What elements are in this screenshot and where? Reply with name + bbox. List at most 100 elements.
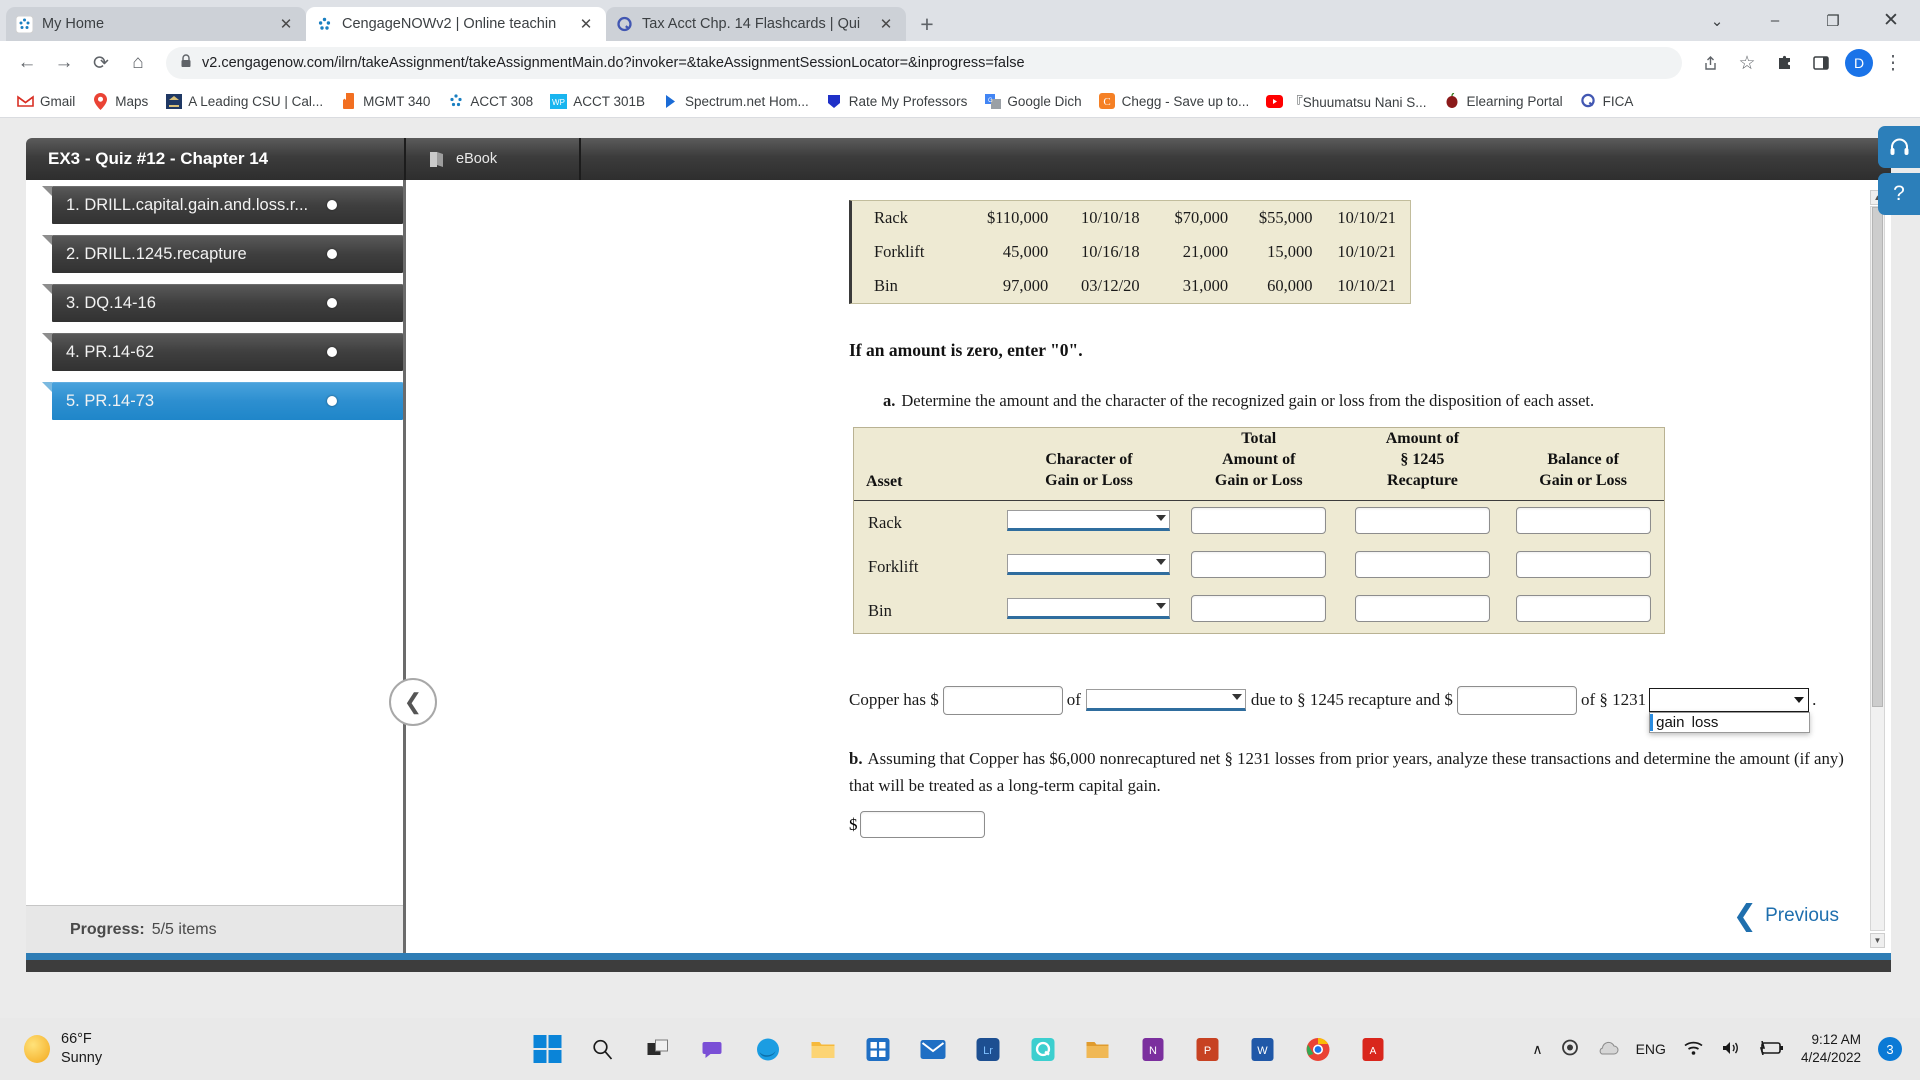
scroll-down-arrow[interactable]: ▼ — [1870, 933, 1885, 948]
recapture-input-bin[interactable] — [1354, 594, 1490, 622]
bookmark-csu[interactable]: A Leading CSU | Cal... — [158, 90, 330, 113]
character-select-forklift[interactable] — [1007, 553, 1171, 575]
sidebar-item-3[interactable]: 3. DQ.14-16 — [42, 284, 403, 322]
sidebar-item-1[interactable]: 1. DRILL.capital.gain.and.loss.r... — [42, 186, 403, 224]
creative-cloud-icon[interactable] — [1560, 1039, 1580, 1059]
onenote-icon[interactable]: N — [1137, 1033, 1169, 1065]
sidepanel-icon[interactable] — [1804, 46, 1838, 80]
content-scrollbar[interactable] — [1870, 206, 1885, 931]
header-character-line1 — [1003, 428, 1175, 449]
volume-icon[interactable] — [1721, 1040, 1742, 1059]
balance-input-rack[interactable] — [1515, 506, 1651, 534]
browser-tab-1[interactable]: CengageNOWv2 | Online teachin ✕ — [306, 7, 606, 41]
bookmark-chegg[interactable]: C Chegg - Save up to... — [1092, 90, 1257, 113]
dropdown-option-gain[interactable]: gain — [1653, 714, 1684, 731]
powerpoint-icon[interactable]: P — [1192, 1033, 1224, 1065]
sentence-select-2-open[interactable]: gain loss — [1649, 688, 1811, 734]
clock[interactable]: 9:12 AM 4/24/2022 — [1801, 1031, 1861, 1068]
recapture-input-forklift[interactable] — [1354, 550, 1490, 578]
balance-input-bin[interactable] — [1515, 594, 1651, 622]
sentence-select-1[interactable] — [1085, 689, 1246, 712]
wifi-icon[interactable] — [1683, 1040, 1704, 1059]
bookmark-ratemyprofessors[interactable]: Rate My Professors — [819, 90, 975, 113]
total-input-rack[interactable] — [1191, 506, 1327, 534]
character-select-bin[interactable] — [1007, 597, 1171, 619]
bookmark-mgmt340[interactable]: MGMT 340 — [333, 90, 437, 113]
quizlet-icon[interactable] — [1027, 1033, 1059, 1065]
bookmark-gmail[interactable]: Gmail — [10, 90, 82, 113]
minimize-button[interactable]: – — [1746, 0, 1804, 41]
bookmark-elearning-portal[interactable]: Elearning Portal — [1437, 90, 1570, 113]
browser-tab-0[interactable]: My Home ✕ — [6, 7, 306, 41]
star-icon[interactable]: ☆ — [1730, 46, 1764, 80]
total-input-bin[interactable] — [1191, 594, 1327, 622]
sidebar-item-4[interactable]: 4. PR.14-62 — [42, 333, 403, 371]
microsoft-store-icon[interactable] — [862, 1033, 894, 1065]
maximize-button[interactable]: ❐ — [1804, 0, 1862, 41]
folder-amber-icon[interactable] — [1082, 1033, 1114, 1065]
acrobat-reader-icon[interactable]: A — [1357, 1033, 1389, 1065]
close-window-button[interactable]: ✕ — [1862, 0, 1920, 41]
lightroom-icon[interactable]: Lr — [972, 1033, 1004, 1065]
headset-support-icon[interactable] — [1878, 126, 1920, 168]
start-windows-icon[interactable] — [532, 1033, 564, 1065]
bookmark-label: Spectrum.net Hom... — [684, 93, 809, 109]
total-input-forklift[interactable] — [1191, 550, 1327, 578]
sentence-amount-input-1[interactable] — [942, 685, 1063, 715]
part-b-input[interactable] — [859, 811, 985, 839]
address-bar[interactable]: v2.cengagenow.com/ilrn/takeAssignment/ta… — [166, 47, 1682, 79]
bookmark-spectrum[interactable]: Spectrum.net Hom... — [655, 90, 816, 113]
home-icon[interactable]: ⌂ — [121, 46, 155, 80]
file-explorer-icon[interactable] — [807, 1033, 839, 1065]
share-icon[interactable] — [1693, 46, 1727, 80]
recapture-input-rack[interactable] — [1354, 506, 1490, 534]
mail-icon[interactable] — [917, 1033, 949, 1065]
bookmark-maps[interactable]: Maps — [85, 90, 155, 113]
bookmark-youtube[interactable]: 『Shuumatsu Nani S... — [1259, 88, 1433, 114]
battery-charging-icon[interactable] — [1759, 1040, 1784, 1058]
profile-avatar[interactable]: D — [1845, 49, 1873, 77]
bookmark-acct308[interactable]: ACCT 308 — [440, 90, 540, 113]
chrome-icon[interactable] — [1302, 1033, 1334, 1065]
status-dot-icon — [327, 249, 337, 259]
task-view-icon[interactable] — [642, 1033, 674, 1065]
forward-icon[interactable]: → — [47, 46, 81, 80]
tab-search-chevron-icon[interactable]: ⌄ — [1688, 0, 1746, 41]
table-row: Rack — [854, 500, 1664, 545]
language-indicator[interactable]: ENG — [1636, 1041, 1666, 1057]
notification-badge[interactable]: 3 — [1878, 1037, 1902, 1061]
sentence-amount-input-2[interactable] — [1456, 685, 1577, 715]
weather-widget[interactable]: 66°F Sunny — [24, 1030, 102, 1069]
search-icon[interactable] — [587, 1033, 619, 1065]
edge-browser-icon[interactable] — [752, 1033, 784, 1065]
tray-expand-chevron-icon[interactable]: ∧ — [1532, 1041, 1542, 1058]
given-depreciation: 21,000 — [1182, 242, 1229, 261]
puzzle-icon[interactable] — [1767, 46, 1801, 80]
dropdown-option-loss[interactable]: loss — [1689, 714, 1719, 731]
chat-teams-icon[interactable] — [697, 1033, 729, 1065]
browser-tab-2[interactable]: Tax Acct Chp. 14 Flashcards | Qui ✕ — [606, 7, 906, 41]
sidebar-item-2[interactable]: 2. DRILL.1245.recapture — [42, 235, 403, 273]
sidebar-item-5[interactable]: 5. PR.14-73 — [42, 382, 403, 420]
reload-icon[interactable]: ⟳ — [84, 46, 118, 80]
sidebar-collapse-button[interactable]: ❮ — [389, 678, 437, 726]
bookmark-acct301b[interactable]: WP ACCT 301B — [543, 90, 652, 113]
onedrive-icon[interactable] — [1597, 1040, 1619, 1058]
character-select-rack[interactable] — [1007, 509, 1171, 531]
google-translate-icon: G — [984, 93, 1001, 110]
three-dot-menu-icon[interactable]: ⋮ — [1876, 46, 1910, 80]
bookmark-google-dich[interactable]: G Google Dich — [977, 90, 1088, 113]
back-icon[interactable]: ← — [10, 46, 44, 80]
new-tab-button[interactable]: + — [910, 7, 944, 41]
previous-button[interactable]: ❮ Previous — [1733, 901, 1839, 930]
scrollbar-thumb[interactable] — [1872, 207, 1883, 707]
word-icon[interactable]: W — [1247, 1033, 1279, 1065]
close-icon[interactable]: ✕ — [876, 14, 896, 34]
bookmark-fica[interactable]: FICA — [1573, 90, 1641, 113]
close-icon[interactable]: ✕ — [276, 14, 296, 34]
help-question-icon[interactable]: ? — [1878, 173, 1920, 215]
balance-input-forklift[interactable] — [1515, 550, 1651, 578]
close-icon[interactable]: ✕ — [576, 14, 596, 34]
tab-ebook[interactable]: eBook — [406, 138, 581, 180]
given-price: 15,000 — [1267, 242, 1313, 261]
